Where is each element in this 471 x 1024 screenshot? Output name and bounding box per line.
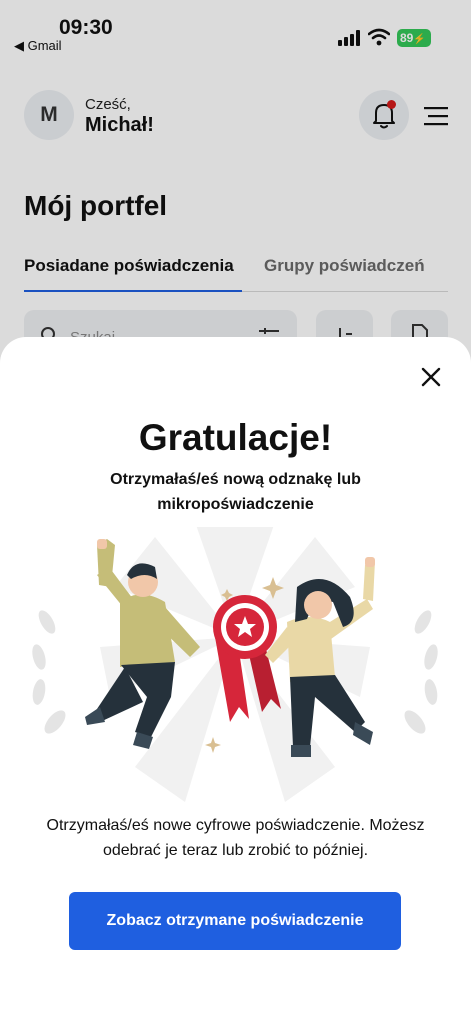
celebration-illustration xyxy=(32,527,438,802)
view-credential-button[interactable]: Zobacz otrzymane poświadczenie xyxy=(69,892,401,950)
modal-title: Gratulacje! xyxy=(138,417,333,458)
modal-subtitle: Otrzymałaś/eś nową odznakę lub mikropośw… xyxy=(110,471,361,513)
close-icon[interactable] xyxy=(419,365,443,389)
congratulations-modal: Gratulacje! Otrzymałaś/eś nową odznakę l… xyxy=(0,337,471,1024)
modal-body-text: Otrzymałaś/eś nowe cyfrowe poświadczenie… xyxy=(46,817,425,859)
